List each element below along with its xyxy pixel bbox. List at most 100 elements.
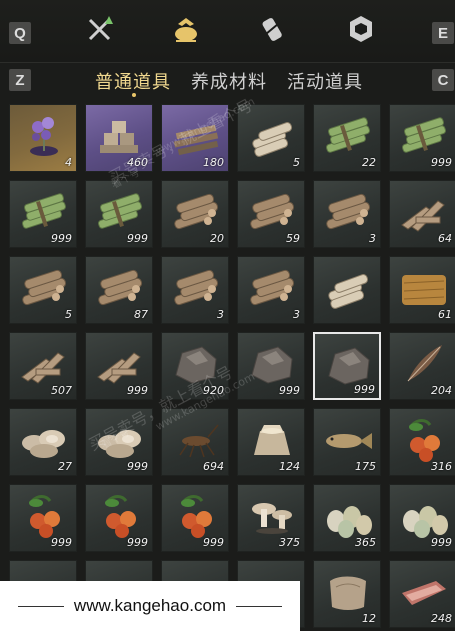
- inventory-slot[interactable]: 87: [85, 256, 153, 324]
- inventory-slot[interactable]: 316: [389, 408, 455, 476]
- berries-icon: [181, 495, 212, 538]
- footer-url: www.kangehao.com: [73, 596, 227, 615]
- item-count: 999: [51, 536, 72, 549]
- pale-logs-icon: [328, 274, 369, 309]
- item-count: 999: [431, 156, 452, 169]
- berries-icon: [409, 419, 440, 462]
- inventory-slot[interactable]: 999: [85, 332, 153, 400]
- inventory-slot[interactable]: [313, 256, 381, 324]
- log-pile-icon: [174, 269, 219, 306]
- inventory-slot[interactable]: 3: [313, 180, 381, 248]
- item-count: 507: [51, 384, 72, 397]
- inventory-slot[interactable]: 20: [161, 180, 229, 248]
- q-key-hint[interactable]: Q: [9, 22, 31, 44]
- inventory-slot[interactable]: 248: [389, 560, 455, 628]
- log-pile-icon: [326, 193, 371, 230]
- meat-icon: [402, 581, 446, 605]
- item-count: 316: [431, 460, 452, 473]
- item-count: 248: [431, 612, 452, 625]
- inventory-slot[interactable]: 999: [85, 484, 153, 552]
- tab-event-items[interactable]: 活动道具: [287, 68, 363, 94]
- pale-logs-icon: [252, 122, 293, 157]
- inventory-slot[interactable]: 22: [313, 104, 381, 172]
- item-count: 999: [354, 383, 375, 396]
- rock-icon: [328, 347, 370, 385]
- inventory-slot[interactable]: 507: [9, 332, 77, 400]
- log-pile-icon: [250, 193, 295, 230]
- inventory-slot[interactable]: 124: [237, 408, 305, 476]
- item-count: 365: [355, 536, 376, 549]
- item-count: 375: [279, 536, 300, 549]
- tab-common-items[interactable]: 普通道具: [95, 68, 171, 94]
- inventory-slot[interactable]: 999: [237, 332, 305, 400]
- inventory-slot[interactable]: 204: [389, 332, 455, 400]
- inventory-slot[interactable]: 3: [161, 256, 229, 324]
- bamboo-bundle-icon: [402, 117, 446, 153]
- mushroom-icon: [252, 503, 292, 534]
- e-key-hint[interactable]: E: [432, 22, 454, 44]
- inventory-slot[interactable]: 999: [313, 332, 381, 400]
- item-count: 5: [65, 308, 72, 321]
- item-count: 999: [127, 460, 148, 473]
- z-key-hint[interactable]: Z: [9, 69, 31, 91]
- inventory-slot[interactable]: 64: [389, 180, 455, 248]
- hay-bale-icon: [402, 275, 446, 305]
- flower-icon: [30, 117, 58, 156]
- inventory-slot[interactable]: 999: [389, 104, 455, 172]
- inventory-slot[interactable]: 3: [237, 256, 305, 324]
- item-count: 124: [279, 460, 300, 473]
- footer-banner: www.kangehao.com: [0, 581, 300, 631]
- inventory-slot[interactable]: 12: [313, 560, 381, 628]
- tab-upgrade-materials[interactable]: 养成材料: [191, 68, 267, 94]
- item-tabs: Z 普通道具 养成材料 活动道具 C: [0, 62, 455, 100]
- hide-icon: [330, 576, 366, 610]
- inventory-slot[interactable]: 175: [313, 408, 381, 476]
- item-count: 3: [293, 308, 300, 321]
- oyster-icon: [22, 430, 65, 458]
- inventory-slot[interactable]: 365: [313, 484, 381, 552]
- inventory-slot[interactable]: 61: [389, 256, 455, 324]
- item-count: 180: [203, 156, 224, 169]
- item-count: 175: [355, 460, 376, 473]
- inventory-slot[interactable]: 59: [237, 180, 305, 248]
- firewood-icon: [97, 352, 141, 384]
- log-pile-icon: [174, 193, 219, 230]
- bamboo-bundle-icon: [326, 117, 370, 153]
- item-count: 999: [51, 232, 72, 245]
- log-pile-icon: [250, 269, 295, 306]
- inventory-slot[interactable]: 999: [161, 484, 229, 552]
- inventory-slot[interactable]: 999: [389, 484, 455, 552]
- item-count: 999: [203, 536, 224, 549]
- grain-sack-icon: [254, 425, 290, 455]
- firewood-icon: [21, 352, 65, 384]
- inventory-slot[interactable]: 999: [9, 484, 77, 552]
- scroll-icon[interactable]: [258, 14, 288, 44]
- footer-divider-right: [236, 605, 283, 607]
- item-count: 59: [286, 232, 300, 245]
- fish-icon: [326, 433, 372, 449]
- emblem-icon[interactable]: [346, 14, 376, 44]
- item-count: 5: [293, 156, 300, 169]
- log-pile-icon: [98, 269, 143, 306]
- item-count: 999: [431, 536, 452, 549]
- feather-icon: [407, 345, 442, 382]
- inventory-slot[interactable]: 27: [9, 408, 77, 476]
- top-category-bar: Q E: [0, 0, 455, 63]
- item-count: 22: [362, 156, 376, 169]
- c-key-hint[interactable]: C: [432, 69, 454, 91]
- inventory-slot[interactable]: 375: [237, 484, 305, 552]
- eggs-icon: [403, 506, 448, 538]
- footer-divider-left: [17, 605, 64, 607]
- inventory-slot[interactable]: 999: [9, 180, 77, 248]
- item-count: 87: [134, 308, 148, 321]
- inventory-slot[interactable]: 999: [85, 180, 153, 248]
- eggs-icon: [327, 506, 372, 538]
- crossed-swords-icon[interactable]: [85, 14, 115, 44]
- bundle-bag-icon[interactable]: [171, 14, 201, 44]
- inventory-slot[interactable]: 5: [9, 256, 77, 324]
- item-count: 4: [65, 156, 72, 169]
- inventory-slot[interactable]: 4: [9, 104, 77, 172]
- item-count: 999: [127, 232, 148, 245]
- item-count: 64: [438, 232, 452, 245]
- item-count: 999: [127, 536, 148, 549]
